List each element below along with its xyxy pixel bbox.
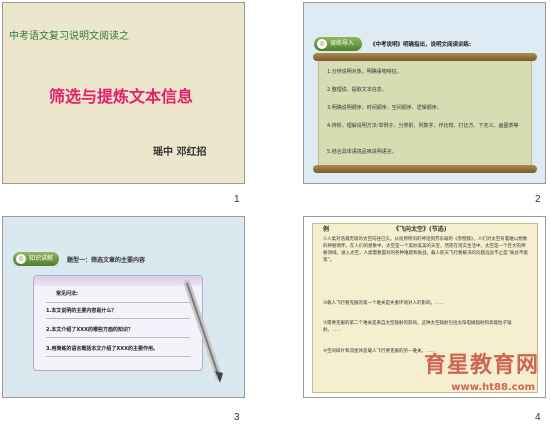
example-label: 例 [323, 226, 330, 233]
question-card: 常见问法: 1.本文说明的主要内容是什么？ 2.本文介绍了XXX的哪些方面的知识… [33, 275, 203, 371]
paragraph: ①人类对浩瀚无垠的太空向往已久。从屈原所问的神话到苏东坡的《赤壁赋》，人们对太空… [323, 237, 528, 263]
tag-label: 知识讲解 [29, 255, 54, 262]
paragraph: ③需要克服的第二个难关是来自太空辐射的影响，这种太空辐射包括太阳电磁辐射和高能粒… [323, 321, 512, 333]
list-item: 4.辨析、理解说明方法:举例子、分类别、列数字、作比较、打比方、下定义、画图表等 [327, 123, 519, 129]
question-item: 2.本文介绍了XXX的哪些方面的知识？ [46, 327, 133, 333]
tag-circle-icon: ◎ [16, 254, 26, 264]
ruled-line [46, 337, 190, 338]
ruled-line [46, 356, 190, 357]
question-item: 3.用简练的语言概括本文介绍了XXX的主要作用。 [46, 346, 158, 352]
slide-1-number: 1 [234, 194, 240, 205]
scroll-bottom-rod [313, 165, 537, 173]
slide-3-thumbnail[interactable]: ◎ 知识讲解 题型一：筛选文章的主要内容 常见问法: 1.本文说明的主要内容是什… [2, 216, 245, 398]
watermark-logo: 育星教育网 [423, 353, 539, 378]
pen-icon [183, 279, 223, 383]
card-title: 常见问法: [56, 291, 78, 297]
card-header-strip [34, 276, 202, 286]
question-item: 1.本文说明的主要内容是什么？ [46, 308, 117, 314]
slide-3-number: 3 [234, 412, 240, 423]
slide-1-subtitle: 中考语文复习说明文阅读之 [9, 31, 129, 42]
watermark-url: www.ht88.com [451, 382, 535, 393]
passage-title: 《飞向太空》(节选) [393, 226, 447, 233]
tag-button-knowledge: ◎ 知识讲解 [13, 252, 59, 266]
paragraph: ②载人飞行要克服的第一个难关是失重环境对人的影响。…… [323, 301, 445, 306]
tag-circle-icon: ◎ [317, 39, 327, 49]
tag-label: 读练导入 [330, 40, 355, 47]
slide-2-number: 2 [535, 194, 541, 205]
ruled-line [46, 318, 190, 319]
slide-2-heading: 《中考说明》明确指出，说明文阅读训练: [370, 42, 472, 48]
scroll-panel: 1.分辨说明对象，明确事物特征。 2.整理说、提取文本信息。 3.明确说明顺序，… [313, 53, 537, 173]
list-item: 5.结合具体语境品味说明语言。 [327, 149, 397, 155]
list-item: 2.整理说、提取文本信息。 [327, 87, 387, 93]
slide-thumbnail-grid: 中考语文复习说明文阅读之 筛选与提炼文本信息 瑶中 邓红招 1 ◎ 读练导入 《… [0, 0, 550, 429]
list-item: 1.分辨说明对象，明确事物特征。 [327, 69, 402, 75]
slide-1-author: 瑶中 邓红招 [153, 147, 207, 158]
scroll-top-rod [313, 53, 537, 61]
slide-1-main-title: 筛选与提炼文本信息 [49, 87, 194, 106]
slide-3-heading: 题型一：筛选文章的主要内容 [67, 257, 146, 264]
slide-1-thumbnail[interactable]: 中考语文复习说明文阅读之 筛选与提炼文本信息 瑶中 邓红招 [2, 2, 245, 184]
slide-4-number: 4 [535, 412, 541, 423]
slide-4-thumbnail[interactable]: 例 《飞向太空》(节选) ①人类对浩瀚无垠的太空向往已久。从屈原所问的神话到苏东… [303, 216, 546, 398]
ruled-line [46, 302, 190, 303]
slide-2-thumbnail[interactable]: ◎ 读练导入 《中考说明》明确指出，说明文阅读训练: 1.分辨说明对象，明确事物… [303, 2, 546, 184]
tag-button-reading: ◎ 读练导入 [314, 37, 362, 51]
list-item: 3.明确说明顺序，时间顺序、空间顺序、逻辑顺序。 [327, 105, 442, 111]
